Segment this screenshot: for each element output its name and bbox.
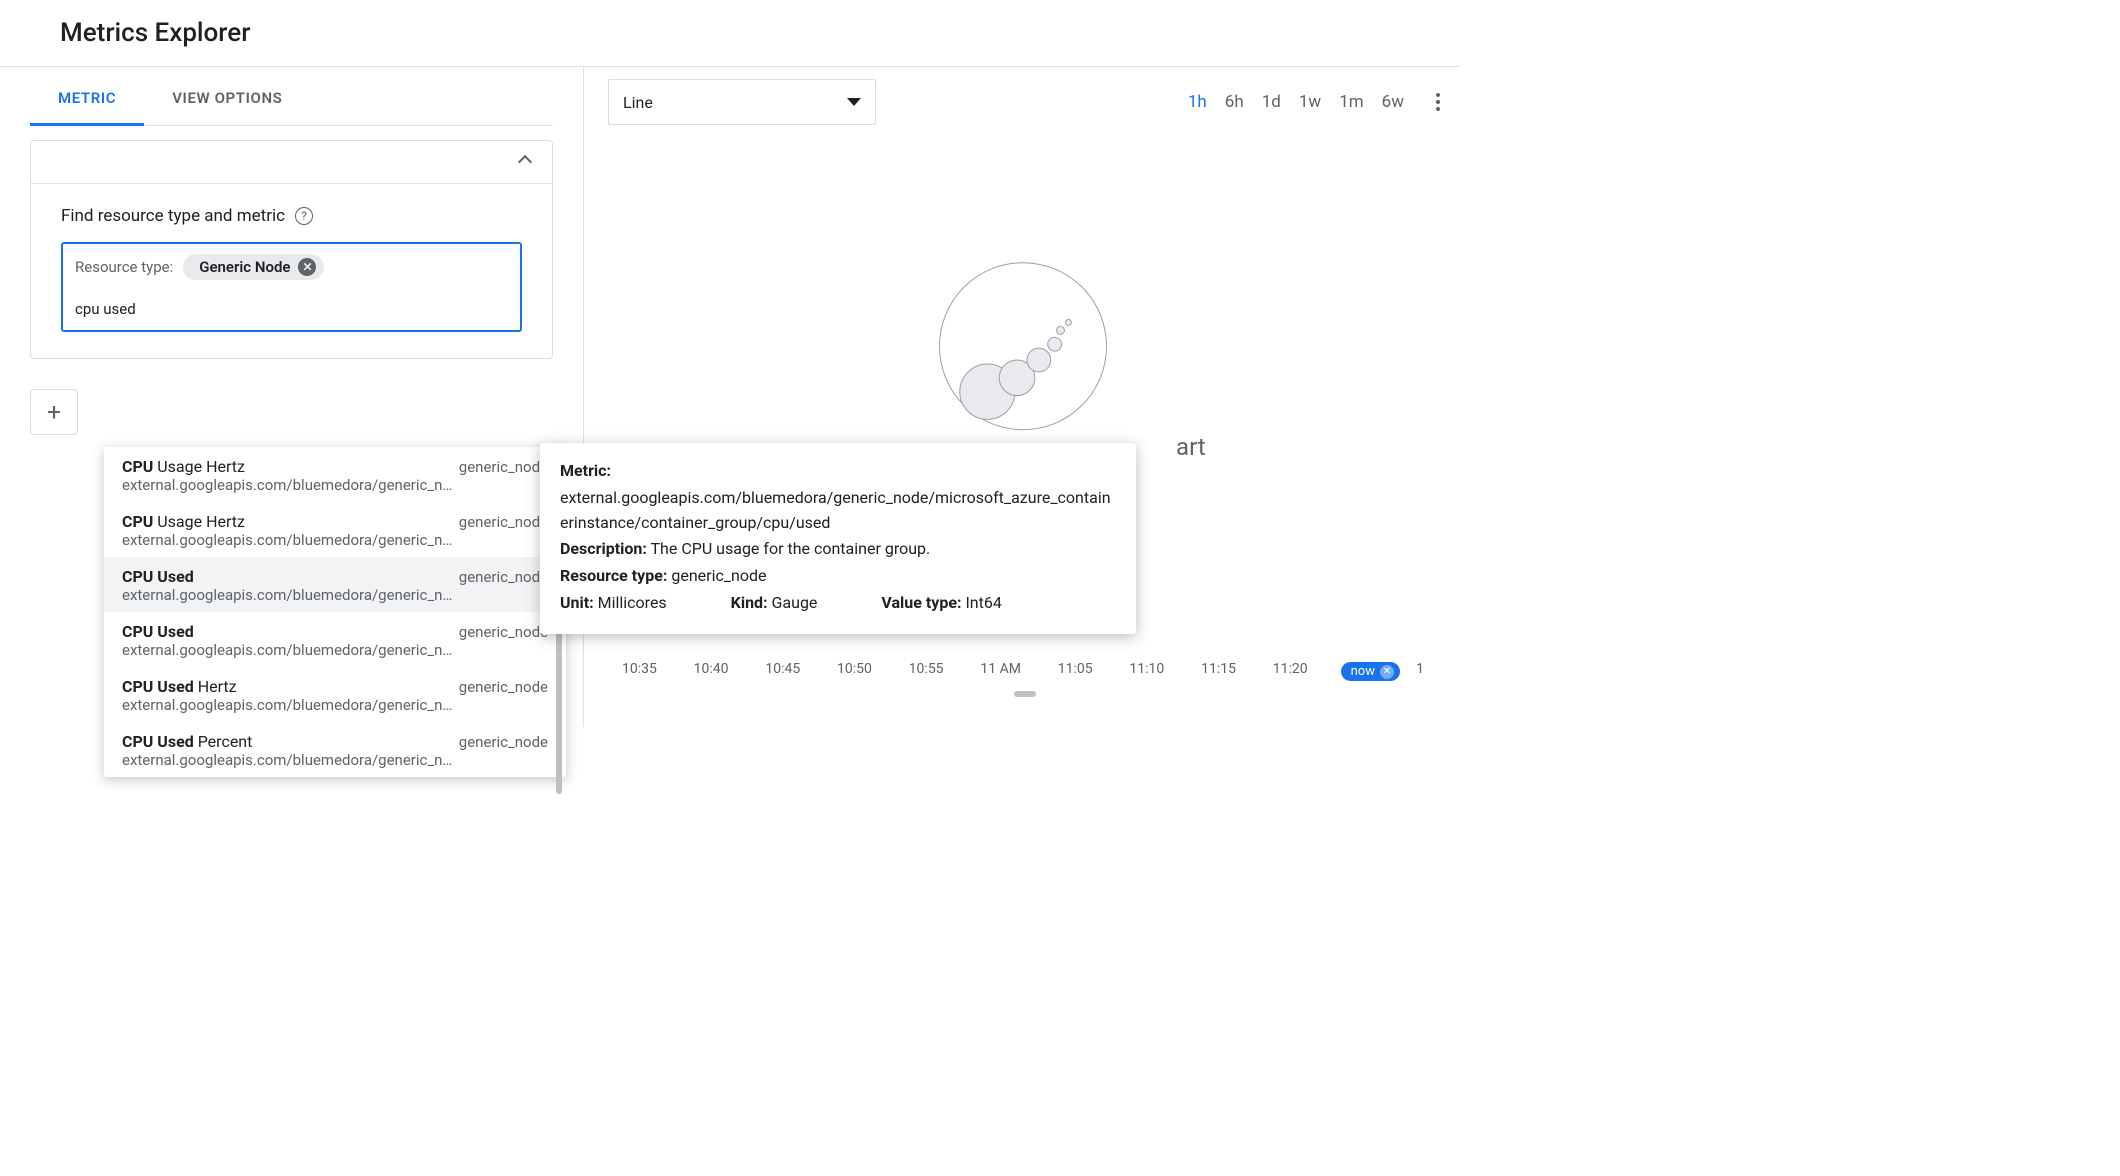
metric-option[interactable]: CPU Used Hertz generic_node external.goo… (104, 667, 566, 722)
x-tick: 10:55 (909, 661, 944, 677)
chart-type-select[interactable]: Line (608, 79, 876, 125)
resource-type-value: generic_node (459, 458, 548, 476)
metric-card: Find resource type and metric ? Resource… (30, 140, 553, 359)
tab-view-options[interactable]: VIEW OPTIONS (144, 67, 310, 125)
close-icon[interactable]: ✕ (1380, 665, 1394, 679)
metric-path: external.googleapis.com/bluemedora/gener… (122, 751, 548, 769)
resource-type-value: generic_node (459, 678, 548, 696)
metric-option[interactable]: CPU Used Percent generic_node external.g… (104, 722, 566, 777)
resource-type-value: generic_node (459, 733, 548, 751)
x-tick: 11 AM (980, 661, 1021, 677)
time-range-6h[interactable]: 6h (1225, 92, 1244, 112)
more-icon[interactable] (1424, 93, 1440, 111)
x-tick: 10:40 (694, 661, 729, 677)
x-tick: 11:05 (1058, 661, 1093, 677)
metric-option[interactable]: CPU Usage Hertz generic_node external.go… (104, 502, 566, 557)
placeholder-text-fragment: art (1176, 433, 1206, 461)
metric-path: external.googleapis.com/bluemedora/gener… (122, 531, 548, 549)
resource-type-value: generic_node (459, 568, 548, 586)
now-chip[interactable]: now ✕ (1341, 662, 1400, 681)
metric-path: external.googleapis.com/bluemedora/gener… (122, 696, 548, 714)
find-metric-text: Find resource type and metric (61, 206, 285, 226)
time-range-picker: 1h 6h 1d 1w 1m 6w (1188, 92, 1404, 112)
metric-detail-tooltip: Metric: external.googleapis.com/bluemedo… (540, 443, 1136, 634)
resource-type-value: generic_node (459, 513, 548, 531)
x-tick: 11:20 (1273, 661, 1308, 677)
timeline-scrollbar[interactable] (1014, 691, 1036, 697)
metric-full-path: external.googleapis.com/bluemedora/gener… (560, 486, 1116, 536)
metric-option[interactable]: CPU Used generic_node external.googleapi… (104, 612, 566, 667)
time-range-1m[interactable]: 1m (1339, 92, 1363, 112)
metric-path: external.googleapis.com/bluemedora/gener… (122, 586, 548, 604)
resource-type-value: generic_node (459, 623, 548, 641)
resource-type-chip[interactable]: Generic Node ✕ (183, 254, 324, 280)
x-tick: 11:15 (1201, 661, 1236, 677)
metric-path: external.googleapis.com/bluemedora/gener… (122, 641, 548, 659)
close-icon[interactable]: ✕ (298, 258, 316, 276)
metric-suggestions: CPU Usage Hertz generic_node external.go… (104, 447, 566, 777)
bubbles-icon (939, 262, 1107, 430)
time-range-1h[interactable]: 1h (1188, 92, 1207, 112)
help-icon[interactable]: ? (295, 207, 313, 225)
chart-type-label: Line (623, 93, 653, 112)
x-tick: 10:35 (622, 661, 657, 677)
resource-type-label: Resource type: (75, 258, 173, 276)
tab-metric[interactable]: METRIC (30, 67, 144, 125)
time-range-1w[interactable]: 1w (1299, 92, 1321, 112)
page-title: Metrics Explorer (60, 18, 1460, 48)
tabs: METRIC VIEW OPTIONS (30, 67, 553, 126)
metric-search-text[interactable]: cpu used (75, 300, 508, 318)
add-filter-button[interactable]: + (30, 389, 78, 435)
metric-option[interactable]: CPU Used generic_node external.googleapi… (104, 557, 566, 612)
find-metric-label: Find resource type and metric ? (61, 206, 522, 226)
metric-option[interactable]: CPU Usage Hertz generic_node external.go… (104, 447, 566, 502)
x-tick: 11:10 (1129, 661, 1164, 677)
chip-text: Generic Node (199, 258, 290, 276)
x-tick: 1 (1416, 661, 1424, 677)
x-tick: 10:45 (765, 661, 800, 677)
chevron-up-icon[interactable] (518, 155, 532, 169)
time-range-1d[interactable]: 1d (1262, 92, 1281, 112)
metric-filter-input[interactable]: Resource type: Generic Node ✕ cpu used (61, 242, 522, 332)
caret-down-icon (847, 98, 861, 106)
x-axis: 10:35 10:40 10:45 10:50 10:55 11 AM 11:0… (616, 661, 1430, 677)
now-label: now (1351, 664, 1375, 679)
x-tick: 10:50 (837, 661, 872, 677)
metric-path: external.googleapis.com/bluemedora/gener… (122, 476, 548, 494)
time-range-6w[interactable]: 6w (1382, 92, 1404, 112)
